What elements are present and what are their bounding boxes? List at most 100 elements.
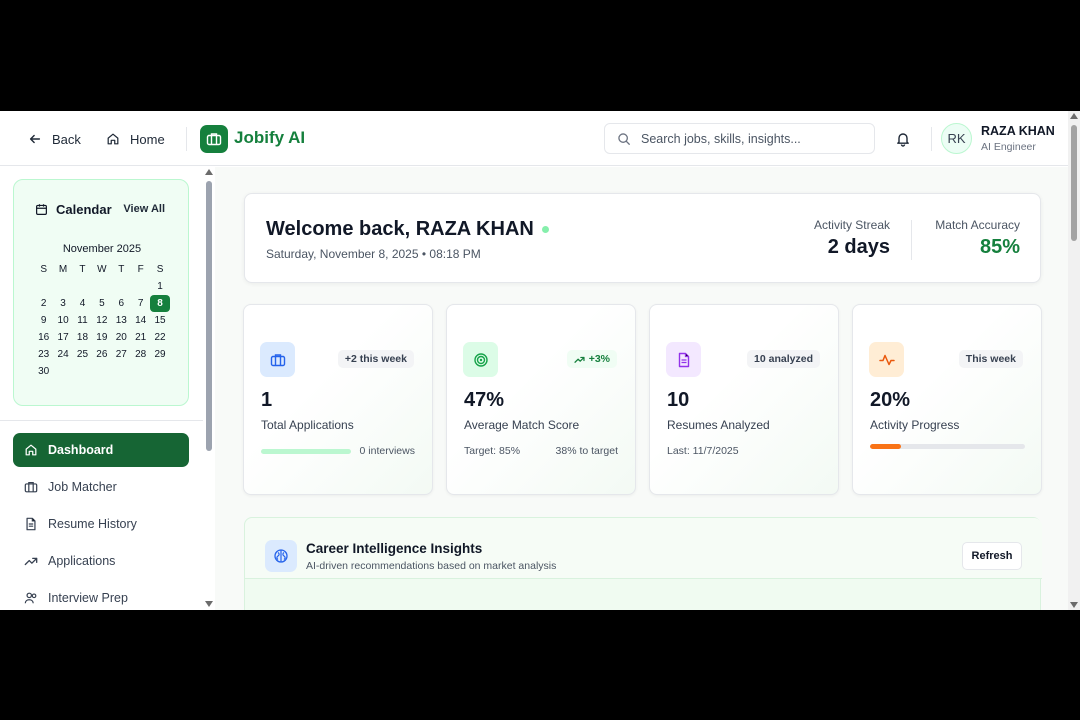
calendar-day[interactable]: 25 [73, 346, 92, 363]
sidebar-item-label: Interview Prep [48, 591, 128, 605]
resumes-last-date: Last: 11/7/2025 [667, 445, 739, 457]
refresh-button[interactable]: Refresh [962, 542, 1022, 570]
calendar-day[interactable]: 20 [112, 329, 131, 346]
calendar-day[interactable]: 4 [73, 295, 92, 312]
calendar-day[interactable]: 12 [92, 312, 111, 329]
back-label: Back [52, 131, 81, 147]
stat-card-activity[interactable]: This week 20% Activity Progress [852, 304, 1042, 495]
calendar-day[interactable]: 22 [150, 329, 169, 346]
calendar-day[interactable]: 19 [92, 329, 111, 346]
calendar-day[interactable]: 26 [92, 346, 111, 363]
calendar-day[interactable]: 27 [112, 346, 131, 363]
calendar-day[interactable]: 23 [34, 346, 53, 363]
trend-icon [24, 557, 38, 566]
stat-card-applications[interactable]: +2 this week 1 Total Applications 0 inte… [243, 304, 433, 495]
bell-icon[interactable] [895, 131, 911, 147]
sidebar-item-label: Resume History [48, 517, 137, 531]
home-icon [25, 444, 37, 456]
weekday-header: M [58, 264, 68, 275]
calendar-day[interactable]: 6 [112, 295, 131, 312]
activity-icon [869, 342, 904, 377]
calendar-widget: Calendar View All November 2025 SMTWTFS1… [13, 179, 189, 406]
home-button[interactable]: Home [106, 128, 165, 150]
weekday-header: S [156, 264, 164, 275]
stat-card-match-score[interactable]: +3% 47% Average Match Score Target: 85% … [446, 304, 636, 495]
calendar-empty-cell [34, 278, 53, 295]
calendar-day[interactable]: 2 [34, 295, 53, 312]
resumes-label: Resumes Analyzed [667, 418, 770, 432]
calendar-day[interactable]: 15 [150, 312, 169, 329]
calendar-day[interactable]: 9 [34, 312, 53, 329]
applications-progress [261, 449, 351, 454]
calendar-day[interactable]: 13 [112, 312, 131, 329]
sidebar-scroll-thumb[interactable] [206, 181, 212, 451]
calendar-icon [36, 204, 47, 215]
status-badge: +2 this week [337, 350, 414, 368]
interviews-count: 0 interviews [359, 445, 415, 457]
back-button[interactable]: Back [28, 128, 81, 150]
calendar-day[interactable]: 10 [53, 312, 72, 329]
calendar-day[interactable]: 21 [131, 329, 150, 346]
brand-name[interactable]: Jobify AI [234, 128, 305, 148]
calendar-day[interactable]: 1 [150, 278, 169, 295]
sidebar-item-applications[interactable]: Applications [13, 544, 189, 578]
search-icon [618, 132, 630, 145]
calendar-day-today[interactable]: 8 [150, 295, 170, 312]
scroll-up-icon[interactable] [1070, 113, 1078, 119]
weekday-header: T [118, 264, 125, 275]
calendar-day[interactable]: 28 [131, 346, 150, 363]
brain-icon [265, 540, 297, 572]
search-input[interactable] [641, 131, 861, 146]
sidebar-item-job-matcher[interactable]: Job Matcher [13, 470, 189, 504]
scroll-up-icon[interactable] [205, 169, 213, 175]
welcome-datetime: Saturday, November 8, 2025 • 08:18 PM [266, 247, 481, 261]
calendar-day[interactable]: 3 [53, 295, 72, 312]
app-window: Back Home Jobify AI RK RAZA KHAN AI Engi… [0, 111, 1080, 610]
document-icon [26, 517, 36, 531]
sidebar-item-dashboard[interactable]: Dashboard [13, 433, 189, 467]
sidebar: Calendar View All November 2025 SMTWTFS1… [0, 167, 203, 610]
calendar-day[interactable]: 24 [53, 346, 72, 363]
trend-badge: +3% [566, 350, 617, 368]
sidebar-item-interview-prep[interactable]: Interview Prep [13, 581, 189, 610]
applications-value: 1 [261, 389, 273, 411]
calendar-day[interactable]: 18 [73, 329, 92, 346]
calendar-title: Calendar [35, 202, 112, 217]
welcome-title-text: Welcome back, RAZA KHAN [266, 218, 534, 240]
brand-logo[interactable] [200, 125, 228, 153]
status-badge: This week [958, 350, 1023, 368]
streak-label: Activity Streak [813, 218, 890, 232]
sidebar-item-resume-history[interactable]: Resume History [13, 507, 189, 541]
sidebar-scrollbar[interactable] [203, 167, 215, 610]
calendar-day[interactable]: 7 [131, 295, 150, 312]
search-box[interactable] [604, 123, 875, 154]
calendar-day[interactable]: 5 [92, 295, 111, 312]
welcome-title: Welcome back, RAZA KHAN [266, 218, 549, 241]
match-to-target: 38% to target [555, 445, 618, 457]
top-header: Back Home Jobify AI RK RAZA KHAN AI Engi… [0, 111, 1068, 166]
activity-label: Activity Progress [870, 418, 960, 432]
calendar-empty-cell [53, 278, 72, 295]
window-scrollbar[interactable] [1068, 111, 1080, 610]
scroll-down-icon[interactable] [1070, 602, 1078, 608]
home-icon [107, 133, 119, 145]
calendar-day[interactable]: 16 [34, 329, 53, 346]
calendar-day[interactable]: 30 [34, 363, 53, 380]
window-scroll-thumb[interactable] [1071, 125, 1077, 241]
calendar-day[interactable]: 11 [73, 312, 92, 329]
briefcase-icon [206, 133, 222, 146]
calendar-day[interactable]: 29 [150, 346, 169, 363]
calendar-day[interactable]: 14 [131, 312, 150, 329]
calendar-grid: S M T W T F S 1 2 3 4 5 6 7 8 9 10 11 12 13 14 15 16 17 18 19 20 21… [34, 261, 170, 380]
weekday-header: T [79, 264, 86, 275]
avatar[interactable]: RK [941, 123, 972, 154]
stat-card-resumes[interactable]: 10 analyzed 10 Resumes Analyzed Last: 11… [649, 304, 839, 495]
view-all-link[interactable]: View All [123, 203, 165, 215]
streak-value: 2 days [827, 236, 890, 258]
online-status-dot [541, 226, 549, 233]
calendar-day[interactable]: 17 [53, 329, 72, 346]
scroll-down-icon[interactable] [205, 601, 213, 607]
weekday-header: W [97, 264, 107, 275]
match-score-label: Average Match Score [464, 418, 580, 432]
briefcase-icon [24, 482, 38, 493]
